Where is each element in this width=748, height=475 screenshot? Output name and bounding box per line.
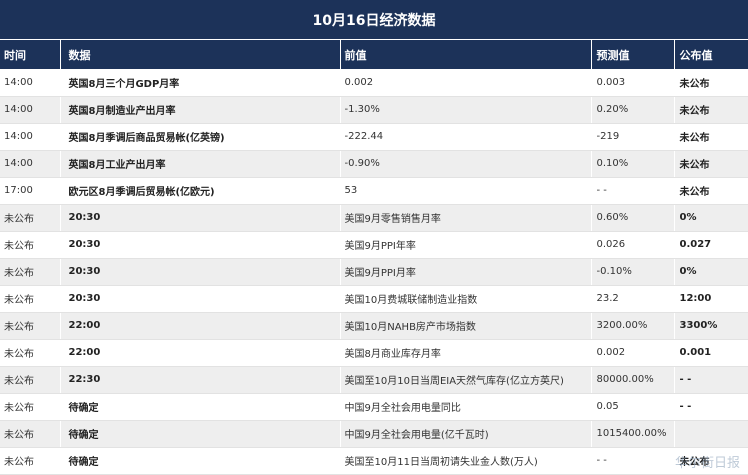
cell-time: 未公布 [0,393,61,421]
table-row: 未公布 22:00 美国8月商业库存月率 0.002 0.001 [0,339,748,367]
cell-published: 未公布 [674,150,748,178]
cell-time: 未公布 [0,312,61,340]
table-row: 未公布 22:00 美国10月NAHB房产市场指数 3200.00% 3300% [0,312,748,340]
cell-previous: 美国8月商业库存月率 [340,339,592,367]
cell-previous: 0.002 [340,69,592,97]
cell-published: 0% [674,258,748,286]
cell-published: 未公布 [674,96,748,124]
cell-previous: 美国10月费城联储制造业指数 [340,285,592,313]
table-row: 未公布 待确定 美国至10月11日当周初请失业金人数(万人) - - 未公布 [0,447,748,475]
cell-forecast: 0.026 [591,231,675,259]
cell-time: 14:00 [0,123,61,151]
cell-forecast: 0.20% [591,96,675,124]
cell-forecast: -219 [591,123,675,151]
cell-time: 未公布 [0,447,61,475]
cell-published: 未公布 [674,447,748,475]
table-row: 未公布 20:30 美国9月零售销售月率 0.60% 0% [0,204,748,232]
cell-time: 未公布 [0,258,61,286]
table-row: 未公布 20:30 美国10月费城联储制造业指数 23.2 12:00 [0,285,748,313]
column-header-published: 公布值 [679,48,713,62]
table-row: 14:00 英国8月工业产出月率 -0.90% 0.10% 未公布 [0,150,748,178]
cell-forecast: -0.10% [591,258,675,286]
cell-published: 未公布 [674,123,748,151]
column-header-data: 数据 [60,40,341,69]
cell-previous: -222.44 [340,123,592,151]
cell-data: 22:30 [60,366,341,394]
cell-forecast: 0.60% [591,204,675,232]
cell-published: 未公布 [674,69,748,97]
table-row: 未公布 22:30 美国至10月10日当周EIA天然气库存(亿立方英尺) 800… [0,366,748,394]
table-row: 14:00 英国8月季调后商品贸易帐(亿英镑) -222.44 -219 未公布 [0,123,748,151]
cell-published: - - [674,393,748,421]
cell-data: 22:00 [60,312,341,340]
column-header-previous: 前值 [340,40,592,69]
cell-data: 英国8月制造业产出月率 [60,96,341,124]
cell-published [674,420,748,448]
page-title: 10月16日经济数据 [0,0,748,40]
cell-published: 0% [674,204,748,232]
cell-forecast: 0.003 [591,69,675,97]
column-header-forecast: 预测值 [591,40,675,69]
cell-previous: -0.90% [340,150,592,178]
table-row: 17:00 欧元区8月季调后贸易帐(亿欧元) 53 - - 未公布 [0,177,748,205]
cell-previous: 美国9月PPI月率 [340,258,592,286]
cell-previous: 53 [340,177,592,205]
cell-time: 未公布 [0,231,61,259]
cell-previous: 中国9月全社会用电量(亿千瓦时) [340,420,592,448]
cell-forecast: 0.002 [591,339,675,367]
cell-data: 英国8月三个月GDP月率 [60,69,341,97]
cell-data: 英国8月季调后商品贸易帐(亿英镑) [60,123,341,151]
cell-time: 14:00 [0,150,61,178]
column-header-time: 时间 [0,40,61,69]
cell-forecast: 0.10% [591,150,675,178]
cell-time: 未公布 [0,339,61,367]
table-row: 未公布 20:30 美国9月PPI年率 0.026 0.027 [0,231,748,259]
cell-forecast: - - [591,177,675,205]
table-row: 未公布 待确定 中国9月全社会用电量(亿千瓦时) 1015400.00% [0,420,748,448]
cell-data: 欧元区8月季调后贸易帐(亿欧元) [60,177,341,205]
cell-data: 待确定 [60,420,341,448]
cell-previous: 美国10月NAHB房产市场指数 [340,312,592,340]
cell-data: 22:00 [60,339,341,367]
table-header-row: 时间 数据 前值 预测值 公布值 [0,40,748,69]
cell-data: 20:30 [60,285,341,313]
cell-data: 待确定 [60,447,341,475]
cell-forecast: 80000.00% [591,366,675,394]
cell-forecast: - - [591,447,675,475]
cell-published: - - [674,366,748,394]
cell-published: 未公布 [674,177,748,205]
table-row: 14:00 英国8月制造业产出月率 -1.30% 0.20% 未公布 [0,96,748,124]
table-row: 未公布 待确定 中国9月全社会用电量同比 0.05 - - [0,393,748,421]
table-row: 14:00 英国8月三个月GDP月率 0.002 0.003 未公布 [0,69,748,97]
cell-forecast: 23.2 [591,285,675,313]
cell-previous: 美国至10月10日当周EIA天然气库存(亿立方英尺) [340,366,592,394]
cell-previous: 美国9月零售销售月率 [340,204,592,232]
cell-time: 未公布 [0,420,61,448]
cell-time: 未公布 [0,204,61,232]
cell-time: 17:00 [0,177,61,205]
cell-previous: -1.30% [340,96,592,124]
cell-data: 英国8月工业产出月率 [60,150,341,178]
cell-forecast: 3200.00% [591,312,675,340]
cell-data: 待确定 [60,393,341,421]
cell-previous: 美国至10月11日当周初请失业金人数(万人) [340,447,592,475]
cell-published: 0.027 [674,231,748,259]
cell-previous: 中国9月全社会用电量同比 [340,393,592,421]
cell-time: 未公布 [0,366,61,394]
cell-published: 12:00 [674,285,748,313]
cell-forecast: 0.05 [591,393,675,421]
cell-previous: 美国9月PPI年率 [340,231,592,259]
cell-data: 20:30 [60,231,341,259]
cell-time: 14:00 [0,96,61,124]
cell-time: 未公布 [0,285,61,313]
table-row: 未公布 20:30 美国9月PPI月率 -0.10% 0% [0,258,748,286]
cell-published: 0.001 [674,339,748,367]
cell-published: 3300% [674,312,748,340]
cell-time: 14:00 [0,69,61,97]
economic-data-table: 时间 数据 前值 预测值 公布值 14:00 英国8月三个月GDP月率 0.00… [0,40,748,475]
cell-data: 20:30 [60,258,341,286]
cell-data: 20:30 [60,204,341,232]
cell-forecast: 1015400.00% [591,420,675,448]
